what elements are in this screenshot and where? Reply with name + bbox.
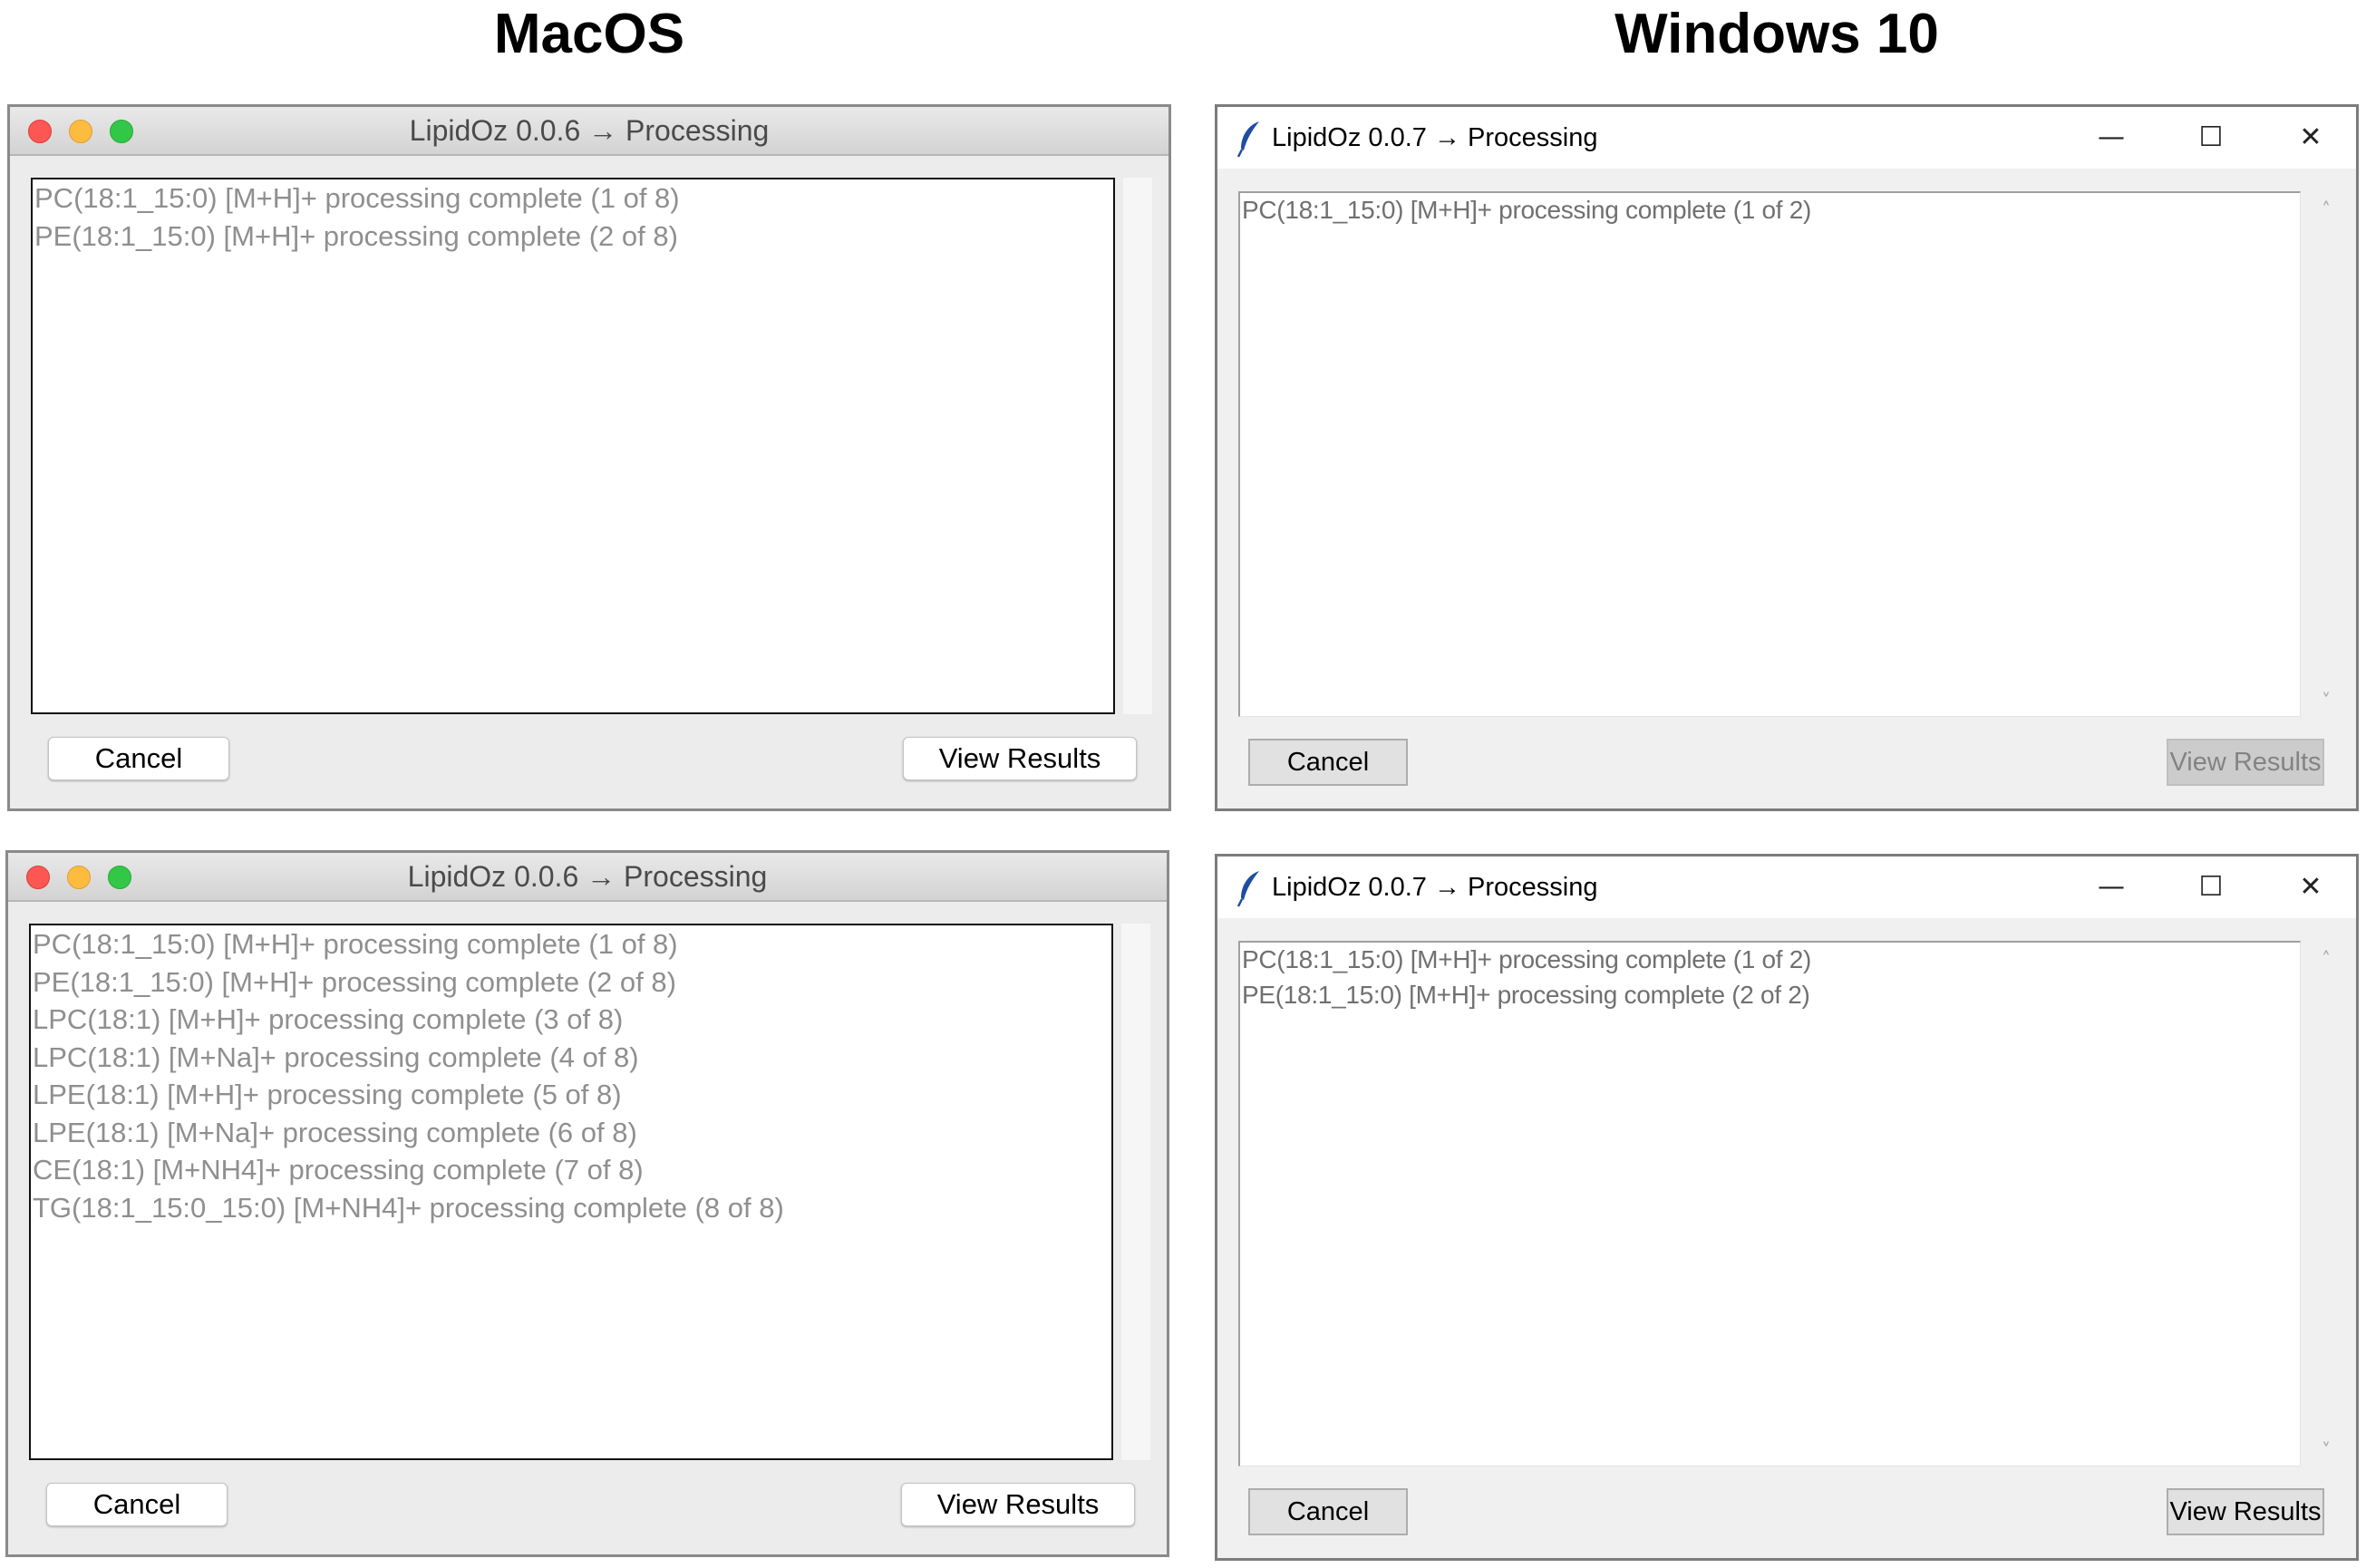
log-line: PC(18:1_15:0) [M+H]+ processing complete…	[1242, 196, 1812, 224]
feather-icon	[1236, 121, 1259, 158]
cancel-button[interactable]: Cancel	[48, 737, 229, 780]
win-window-bottom: LipidOz 0.0.7 → Processing — ☐ ✕ PC(18:1…	[1215, 854, 2359, 1561]
win-window-top: LipidOz 0.0.7 → Processing — ☐ ✕ PC(18:1…	[1215, 104, 2359, 811]
window-title: LipidOz 0.0.7 → Processing	[1272, 123, 1598, 152]
close-icon[interactable]: ✕	[2265, 857, 2356, 918]
log-text-area[interactable]: PC(18:1_15:0) [M+H]+ processing complete…	[29, 924, 1113, 1460]
macos-heading: MacOS	[493, 3, 685, 65]
view-results-button[interactable]: View Results	[901, 1483, 1135, 1526]
win-titlebar: LipidOz 0.0.7 → Processing — ☐ ✕	[1217, 857, 2356, 918]
close-icon[interactable]: ✕	[2265, 107, 2356, 169]
log-line: PC(18:1_15:0) [M+H]+ processing complete…	[1242, 945, 1812, 973]
log-line: PC(18:1_15:0) [M+H]+ processing complete…	[34, 182, 680, 214]
log-line: PE(18:1_15:0) [M+H]+ processing complete…	[33, 965, 676, 998]
windows-heading: Windows 10	[1615, 3, 1939, 65]
minimize-icon[interactable]: —	[2066, 107, 2157, 169]
scrollbar[interactable]: ˄ ˅	[2310, 191, 2342, 717]
scroll-down-icon[interactable]: ˅	[2310, 690, 2342, 711]
log-line: PE(18:1_15:0) [M+H]+ processing complete…	[1242, 980, 1810, 1009]
scroll-up-icon[interactable]: ˄	[2310, 198, 2342, 220]
feather-icon	[1236, 871, 1259, 907]
maximize-icon[interactable]: ☐	[2166, 107, 2256, 169]
log-line: CE(18:1) [M+NH4]+ processing complete (7…	[33, 1154, 644, 1186]
cancel-button[interactable]: Cancel	[1248, 739, 1408, 786]
log-line: LPE(18:1) [M+H]+ processing complete (5 …	[33, 1079, 622, 1110]
scrollbar[interactable]	[1123, 178, 1152, 714]
win-titlebar: LipidOz 0.0.7 → Processing — ☐ ✕	[1217, 107, 2356, 169]
log-text-area[interactable]: PC(18:1_15:0) [M+H]+ processing complete…	[1238, 191, 2301, 717]
log-line: TG(18:1_15:0_15:0) [M+NH4]+ processing c…	[33, 1191, 784, 1224]
cancel-button[interactable]: Cancel	[1248, 1488, 1408, 1535]
log-line: LPC(18:1) [M+H]+ processing complete (3 …	[33, 1003, 624, 1035]
scroll-down-icon[interactable]: ˅	[2310, 1439, 2342, 1461]
log-line: PC(18:1_15:0) [M+H]+ processing complete…	[33, 928, 678, 960]
log-text-area[interactable]: PC(18:1_15:0) [M+H]+ processing complete…	[1238, 941, 2301, 1466]
log-line: LPE(18:1) [M+Na]+ processing complete (6…	[33, 1116, 637, 1148]
view-results-button[interactable]: View Results	[903, 737, 1137, 780]
mac-window-bottom: LipidOz 0.0.6 → Processing PC(18:1_15:0)…	[5, 850, 1169, 1557]
minimize-icon[interactable]: —	[2066, 857, 2157, 918]
window-title: LipidOz 0.0.6 → Processing	[409, 114, 770, 147]
window-title: LipidOz 0.0.6 → Processing	[407, 860, 768, 893]
cancel-button[interactable]: Cancel	[46, 1483, 228, 1526]
window-title: LipidOz 0.0.7 → Processing	[1272, 873, 1598, 902]
log-line: LPC(18:1) [M+Na]+ processing complete (4…	[33, 1040, 639, 1073]
mac-titlebar: LipidOz 0.0.6 → Processing	[10, 107, 1168, 156]
maximize-icon[interactable]: ☐	[2166, 857, 2256, 918]
mac-window-top: LipidOz 0.0.6 → Processing PC(18:1_15:0)…	[7, 104, 1171, 811]
scrollbar[interactable]: ˄ ˅	[2310, 941, 2342, 1466]
log-text-area[interactable]: PC(18:1_15:0) [M+H]+ processing complete…	[31, 178, 1115, 714]
scrollbar[interactable]	[1121, 924, 1150, 1460]
view-results-button[interactable]: View Results	[2167, 1488, 2324, 1535]
view-results-button[interactable]: View Results	[2167, 739, 2324, 786]
scroll-up-icon[interactable]: ˄	[2310, 948, 2342, 970]
log-line: PE(18:1_15:0) [M+H]+ processing complete…	[34, 219, 678, 252]
mac-titlebar: LipidOz 0.0.6 → Processing	[8, 853, 1167, 902]
